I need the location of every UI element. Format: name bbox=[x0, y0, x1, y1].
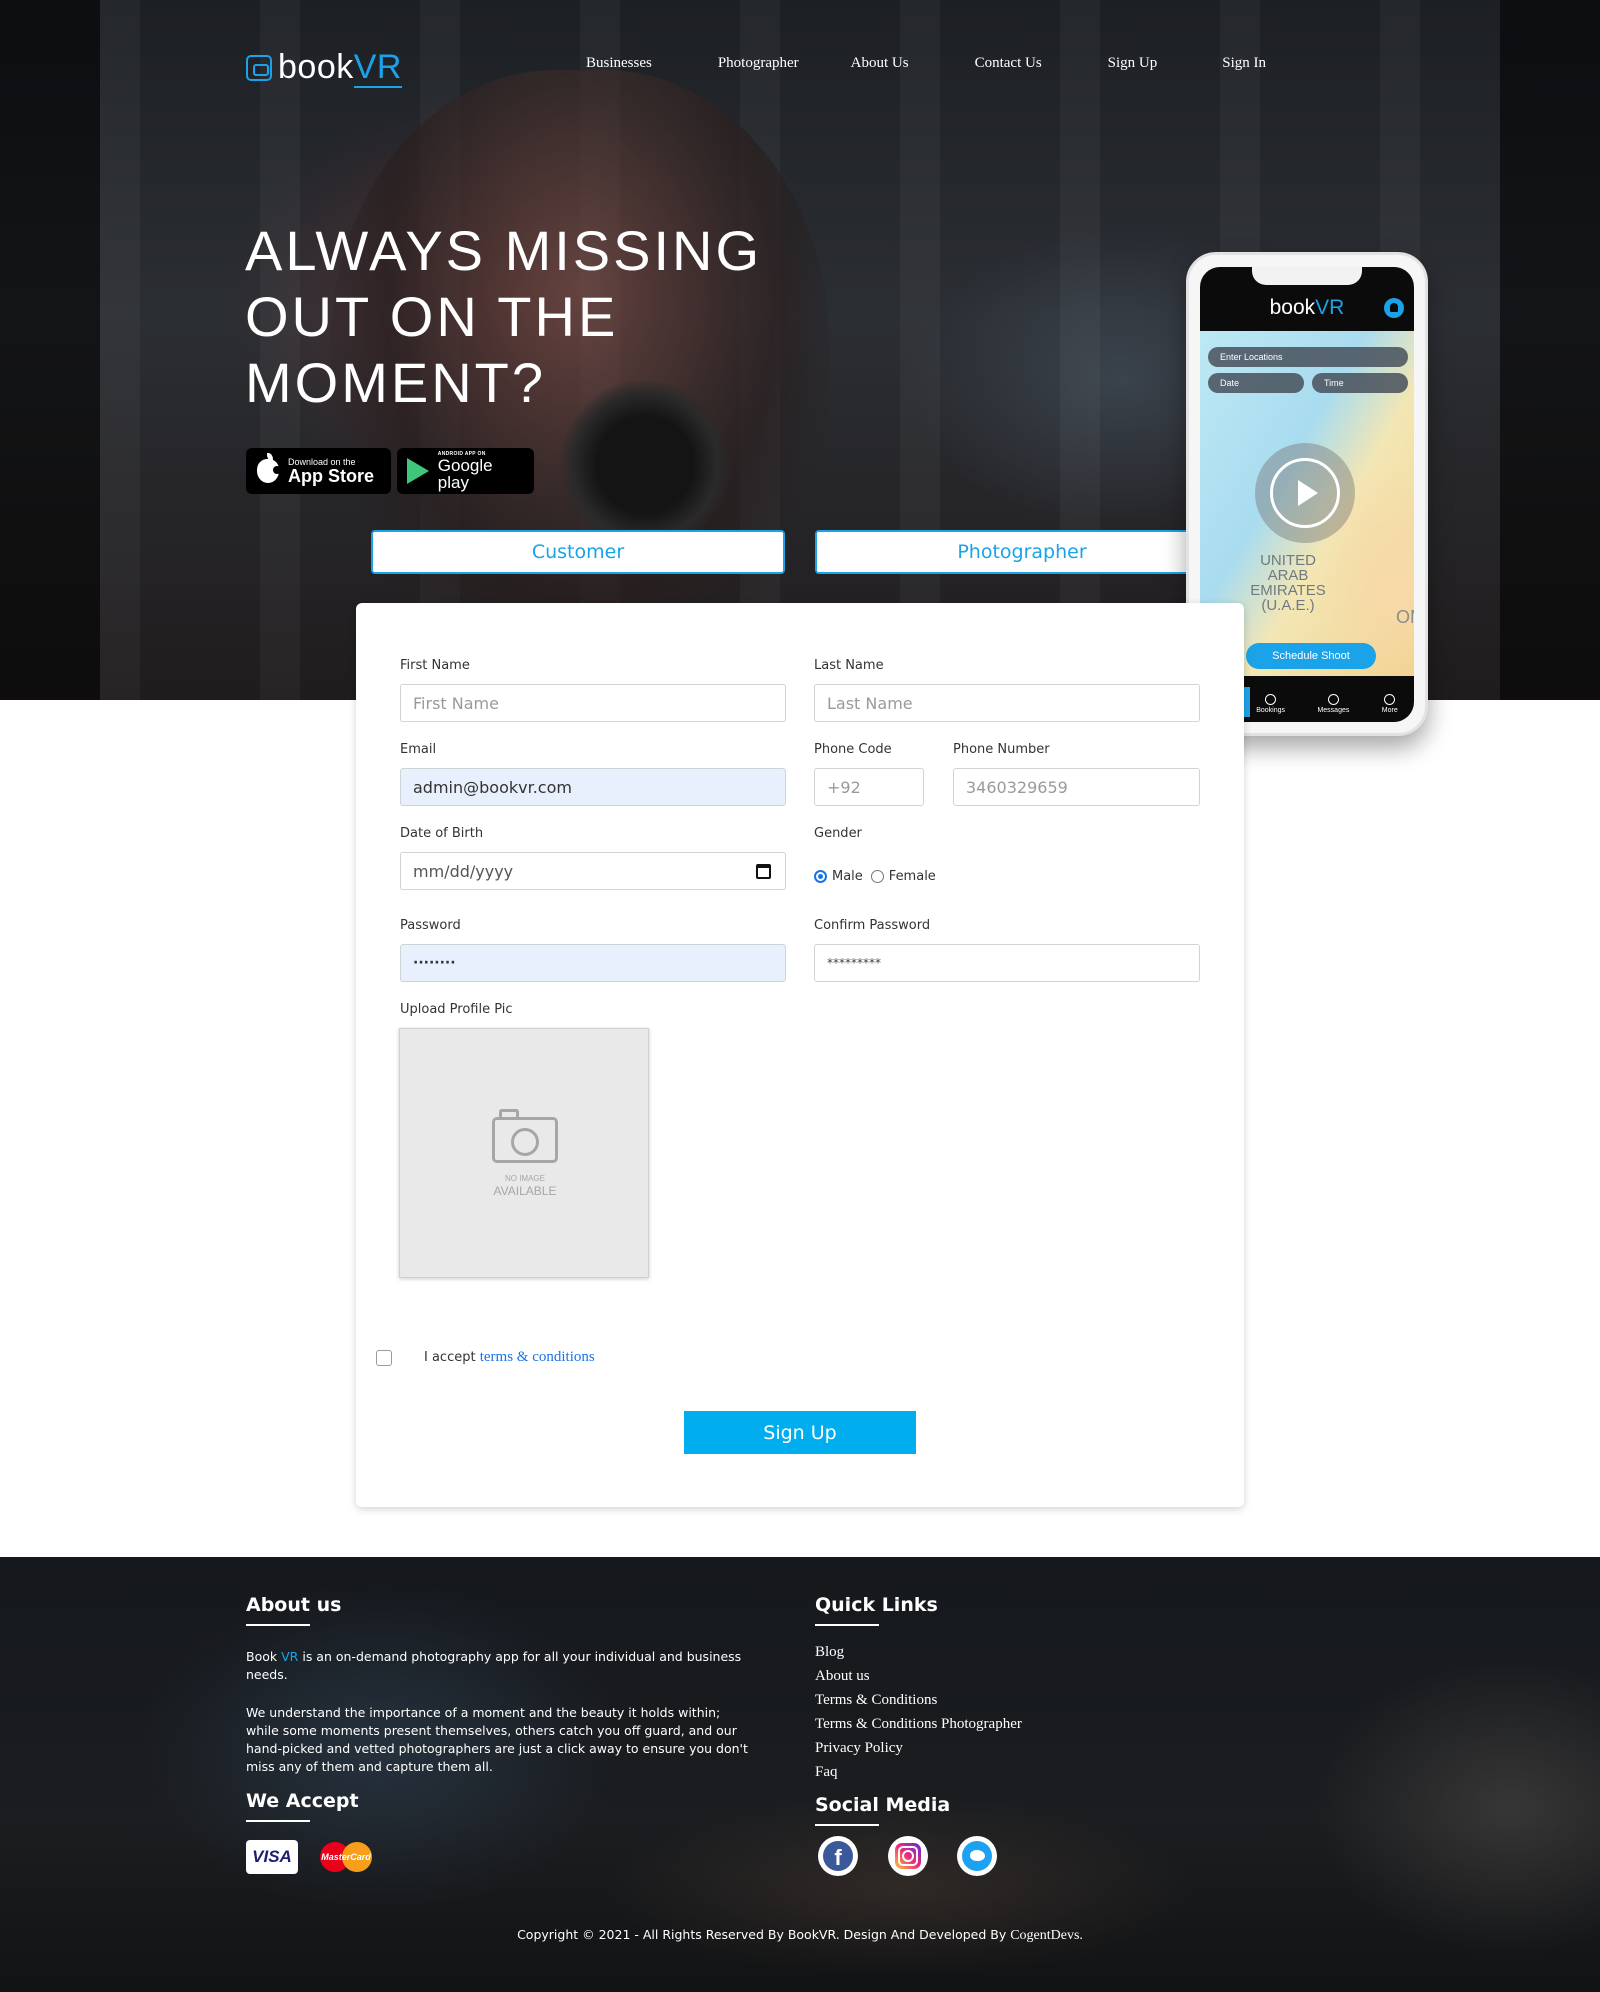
profile-pic-upload[interactable]: NO IMAGE AVAILABLE bbox=[399, 1028, 649, 1278]
first-name-label: First Name bbox=[400, 658, 470, 673]
footer-about-title: About us bbox=[246, 1594, 342, 1616]
hero-side-shade-right bbox=[1500, 0, 1600, 700]
footer-link-terms[interactable]: Terms & Conditions bbox=[815, 1688, 1022, 1712]
terms-link[interactable]: terms & conditions bbox=[480, 1349, 595, 1365]
main-nav: Businesses Photographer About Us Contact… bbox=[586, 55, 1266, 72]
footer-link-about-us[interactable]: About us bbox=[815, 1664, 1022, 1688]
camera-lens-icon bbox=[511, 1128, 539, 1156]
terms-row: I accept terms & conditions bbox=[376, 1349, 595, 1366]
phone-code-label: Phone Code bbox=[814, 742, 892, 757]
terms-checkbox[interactable] bbox=[376, 1349, 392, 1366]
logo-icon bbox=[246, 54, 272, 81]
confirm-password-label: Confirm Password bbox=[814, 918, 931, 933]
dob-input[interactable]: mm/dd/yyyy bbox=[400, 852, 786, 890]
nav-contact-us[interactable]: Contact Us bbox=[975, 55, 1042, 72]
gender-male-radio[interactable]: Male bbox=[814, 869, 863, 884]
signup-form-card: First Name First Name Last Name Last Nam… bbox=[356, 603, 1244, 1507]
footer-about-para2: We understand the importance of a moment… bbox=[246, 1705, 748, 1774]
logo-text: bookVR bbox=[278, 48, 402, 88]
no-image-small-text: NO IMAGE bbox=[504, 1174, 545, 1183]
copyright-text: Copyright © 2021 - All Rights Reserved B… bbox=[517, 1927, 1083, 1943]
nav-sign-in[interactable]: Sign In bbox=[1222, 55, 1266, 72]
app-store-big-text: App Store bbox=[288, 465, 375, 486]
more-icon bbox=[1384, 693, 1396, 705]
footer-quick-links-rule bbox=[815, 1624, 879, 1626]
footer-we-accept-rule bbox=[246, 1820, 310, 1822]
radio-unselected-icon bbox=[870, 870, 884, 883]
phone-schedule-shoot-button: Schedule Shoot bbox=[1246, 643, 1376, 669]
phone-date-field: Date bbox=[1208, 373, 1304, 393]
phone-code-input[interactable]: +92 bbox=[814, 768, 924, 806]
dob-placeholder: mm/dd/yyyy bbox=[413, 861, 514, 881]
app-store-button[interactable]: Download on the App Store bbox=[246, 448, 391, 494]
calendar-icon[interactable] bbox=[756, 864, 771, 879]
footer-social-rule bbox=[815, 1824, 879, 1826]
nav-sign-up[interactable]: Sign Up bbox=[1108, 55, 1158, 72]
chat-icon bbox=[1327, 693, 1339, 705]
terms-text: I accept terms & conditions bbox=[424, 1349, 595, 1365]
phone-nav-more: More bbox=[1382, 693, 1398, 714]
gender-label: Gender bbox=[814, 826, 862, 841]
tab-photographer[interactable]: Photographer bbox=[815, 530, 1229, 574]
gender-radio-group: Male Female bbox=[814, 869, 936, 884]
tab-customer[interactable]: Customer bbox=[371, 530, 785, 574]
developer-credit: CogentDevs. bbox=[1010, 1928, 1083, 1943]
upload-label: Upload Profile Pic bbox=[400, 1002, 513, 1017]
gender-female-radio[interactable]: Female bbox=[870, 869, 936, 884]
twitter-icon[interactable] bbox=[957, 1836, 997, 1876]
nav-businesses[interactable]: Businesses bbox=[586, 55, 652, 72]
radio-selected-icon bbox=[814, 870, 827, 883]
footer-about-para1: Book VR is an on-demand photography app … bbox=[246, 1649, 742, 1682]
phone-map-partial-label: OM bbox=[1396, 607, 1414, 627]
phone-nav-messages: Messages bbox=[1317, 693, 1349, 714]
visa-icon: VISA bbox=[246, 1840, 298, 1874]
play-icon bbox=[1255, 443, 1355, 543]
phone-map-country-label: UNITED ARAB EMIRATES (U.A.E.) bbox=[1250, 552, 1326, 614]
footer-link-terms-photographer[interactable]: Terms & Conditions Photographer bbox=[815, 1712, 1022, 1736]
footer-about-rule bbox=[246, 1624, 310, 1626]
phone-nav-bookings: Bookings bbox=[1256, 693, 1285, 714]
dob-label: Date of Birth bbox=[400, 826, 484, 841]
password-label: Password bbox=[400, 918, 461, 933]
sign-up-button[interactable]: Sign Up bbox=[684, 1411, 916, 1454]
apple-icon bbox=[256, 453, 281, 484]
bell-icon bbox=[1384, 298, 1404, 318]
phone-brand: bookVR bbox=[1269, 296, 1345, 319]
first-name-input[interactable]: First Name bbox=[400, 684, 786, 722]
facebook-icon[interactable]: f bbox=[818, 1836, 858, 1876]
no-image-big-text: AVAILABLE bbox=[493, 1184, 557, 1198]
phone-number-input[interactable]: 3460329659 bbox=[953, 768, 1200, 806]
phone-header: bookVR bbox=[1200, 285, 1414, 331]
phone-time-field: Time bbox=[1312, 373, 1408, 393]
mastercard-icon: MasterCard bbox=[318, 1840, 374, 1874]
phone-notch bbox=[1252, 267, 1362, 285]
hero-headline: ALWAYS MISSING OUT ON THE MOMENT? bbox=[245, 219, 763, 414]
phone-location-field: Enter Locations bbox=[1208, 347, 1408, 367]
nav-photographer[interactable]: Photographer bbox=[718, 55, 799, 72]
last-name-input[interactable]: Last Name bbox=[814, 684, 1200, 722]
last-name-label: Last Name bbox=[814, 658, 884, 673]
email-label: Email bbox=[400, 742, 437, 757]
footer-link-faq[interactable]: Faq bbox=[815, 1760, 1022, 1784]
email-input[interactable]: admin@bookvr.com bbox=[400, 768, 786, 806]
nav-about-us[interactable]: About Us bbox=[851, 55, 909, 72]
password-input[interactable]: ········ bbox=[400, 944, 786, 982]
confirm-password-input[interactable]: ********* bbox=[814, 944, 1200, 982]
phone-number-label: Phone Number bbox=[953, 742, 1050, 757]
hero-side-shade-left bbox=[0, 0, 100, 700]
brand-logo[interactable]: bookVR bbox=[246, 48, 402, 88]
instagram-icon[interactable] bbox=[888, 1836, 928, 1876]
history-icon bbox=[1265, 693, 1277, 705]
footer-quick-links: Blog About us Terms & Conditions Terms &… bbox=[815, 1640, 1022, 1784]
footer-quick-links-title: Quick Links bbox=[815, 1594, 938, 1616]
google-play-icon bbox=[407, 458, 430, 484]
google-play-big-text: Google play bbox=[437, 455, 493, 492]
footer-social-title: Social Media bbox=[815, 1794, 951, 1816]
footer-link-blog[interactable]: Blog bbox=[815, 1640, 1022, 1664]
google-play-button[interactable]: ANDROID APP ON Google play bbox=[397, 448, 534, 494]
footer-link-privacy[interactable]: Privacy Policy bbox=[815, 1736, 1022, 1760]
footer-we-accept-title: We Accept bbox=[246, 1790, 359, 1812]
